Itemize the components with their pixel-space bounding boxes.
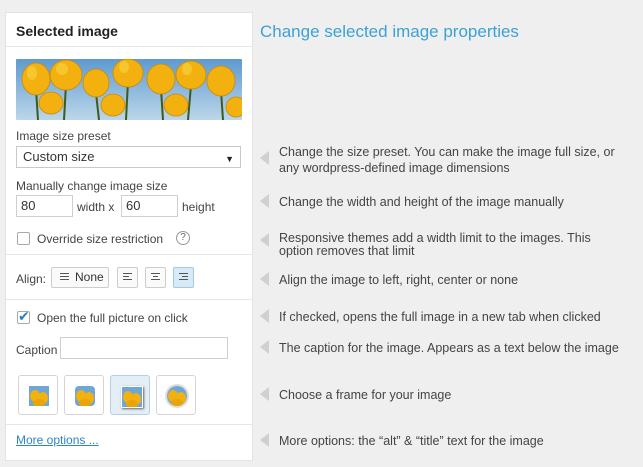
align-right-icon — [179, 273, 188, 282]
align-none-icon — [60, 273, 69, 282]
align-left-button[interactable] — [117, 267, 138, 288]
pointer-arrow-icon — [260, 433, 269, 447]
pointer-arrow-icon — [260, 233, 269, 247]
override-size-checkbox[interactable] — [17, 232, 30, 245]
caption-input[interactable] — [60, 337, 228, 359]
align-left-icon — [123, 273, 132, 282]
description-line: The caption for the image. Appears as a … — [279, 341, 619, 355]
width-unit-label: width x — [77, 200, 115, 214]
size-preset-select[interactable]: Custom size ▼ — [16, 146, 241, 168]
page-heading: Change selected image properties — [260, 22, 519, 41]
divider — [6, 299, 252, 300]
help-icon[interactable]: ? — [176, 231, 190, 245]
description-line: any wordpress-defined image dimensions — [279, 161, 510, 175]
pointer-arrow-icon — [260, 309, 269, 323]
frame-option-rounded[interactable] — [64, 375, 104, 415]
frame-thumbnail-icon — [167, 386, 187, 406]
pointer-arrow-icon — [260, 194, 269, 208]
override-size-label: Override size restriction — [37, 232, 164, 246]
description-line: More options: the “alt” & “title” text f… — [279, 434, 544, 448]
dropdown-arrow-icon: ▼ — [225, 154, 234, 164]
description-line: option removes that limit — [279, 244, 415, 258]
divider — [6, 46, 252, 47]
frame-option-none[interactable] — [18, 375, 58, 415]
description-line: Change the width and height of the image… — [279, 195, 564, 209]
frame-option-circle[interactable] — [156, 375, 196, 415]
manual-size-label: Manually change image size — [16, 179, 168, 193]
pointer-arrow-icon — [260, 151, 269, 165]
divider — [6, 254, 252, 255]
pointer-arrow-icon — [260, 340, 269, 354]
size-preset-value: Custom size — [23, 149, 95, 164]
width-input[interactable]: 80 — [16, 195, 73, 217]
height-unit-label: height — [182, 200, 215, 214]
align-none-button[interactable]: None — [51, 267, 109, 288]
checkmark-icon: ✔ — [18, 308, 30, 324]
align-center-button[interactable] — [145, 267, 166, 288]
caption-label: Caption — [16, 343, 58, 357]
align-right-button[interactable] — [173, 267, 194, 288]
pointer-arrow-icon — [260, 272, 269, 286]
frame-thumbnail-icon — [75, 386, 95, 406]
align-label: Align: — [16, 272, 47, 286]
description-line: If checked, opens the full image in a ne… — [279, 310, 601, 324]
pointer-arrow-icon — [260, 387, 269, 401]
selected-image-thumbnail — [16, 59, 242, 120]
align-none-label: None — [75, 270, 104, 284]
description-line: Choose a frame for your image — [279, 388, 452, 402]
more-options-link[interactable]: More options ... — [16, 433, 99, 447]
frame-option-shadow[interactable] — [110, 375, 150, 415]
open-full-label: Open the full picture on click — [37, 311, 188, 325]
size-preset-label: Image size preset — [16, 129, 111, 143]
frame-thumbnail-icon — [29, 386, 49, 406]
height-input[interactable]: 60 — [121, 195, 178, 217]
open-full-checkbox[interactable]: ✔ — [17, 308, 30, 324]
frame-thumbnail-icon — [121, 386, 143, 408]
align-center-icon — [151, 273, 160, 282]
divider — [6, 424, 252, 425]
description-line: Change the size preset. You can make the… — [279, 145, 615, 159]
description-line: Align the image to left, right, center o… — [279, 273, 519, 287]
panel-title: Selected image — [16, 23, 118, 39]
image-properties-panel: Selected image Image size preset Custom … — [5, 12, 253, 461]
